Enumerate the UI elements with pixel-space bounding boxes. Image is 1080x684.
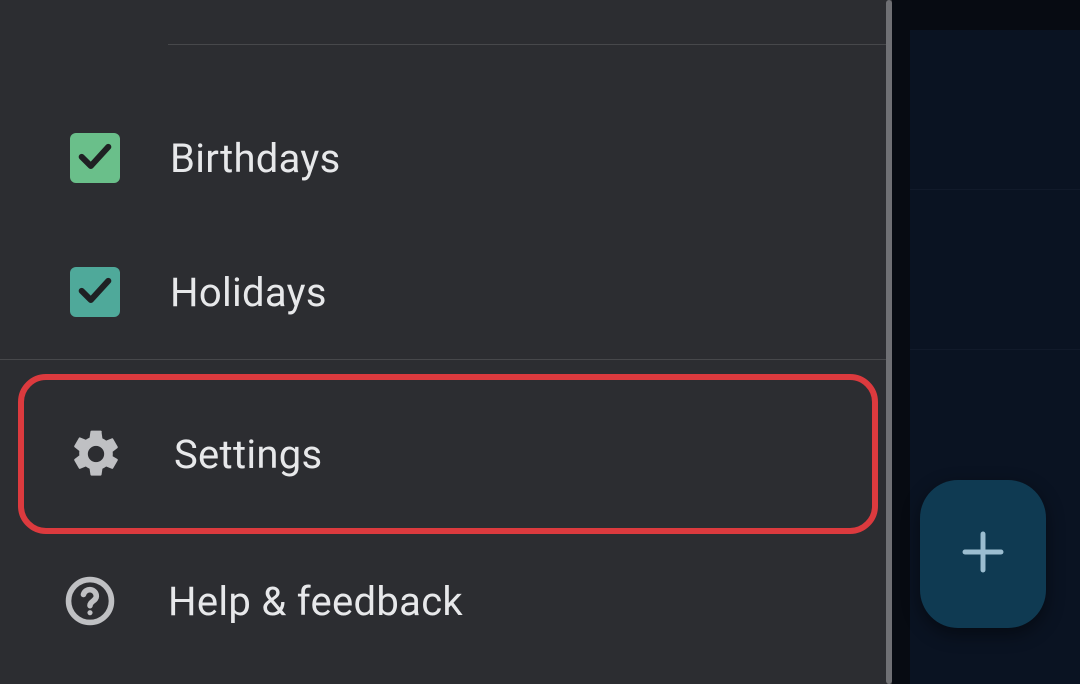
checkbox-holidays[interactable] — [70, 267, 120, 317]
calendar-item-holidays[interactable]: Holidays — [0, 225, 892, 359]
gear-icon — [68, 426, 124, 482]
calendar-label: Holidays — [170, 269, 327, 316]
calendar-item-birthdays[interactable]: Birthdays — [0, 91, 892, 225]
plus-icon — [956, 525, 1010, 583]
navigation-drawer: Birthdays Holidays Settings — [0, 0, 892, 684]
bg-row — [910, 190, 1080, 350]
menu-item-help[interactable]: Help & feedback — [0, 534, 892, 668]
check-icon — [75, 136, 115, 180]
bg-row — [910, 30, 1080, 190]
calendars-section: Birthdays Holidays — [0, 45, 892, 359]
calendar-label: Birthdays — [170, 135, 341, 182]
add-event-fab[interactable] — [920, 480, 1046, 628]
check-icon — [75, 270, 115, 314]
drawer-scrollbar[interactable] — [886, 0, 892, 684]
checkbox-birthdays[interactable] — [70, 133, 120, 183]
menu-label: Help & feedback — [168, 578, 463, 625]
menu-section: Settings Help & feedback — [0, 360, 892, 668]
menu-label: Settings — [174, 431, 322, 478]
menu-item-settings[interactable]: Settings — [18, 374, 878, 534]
help-icon — [62, 573, 118, 629]
